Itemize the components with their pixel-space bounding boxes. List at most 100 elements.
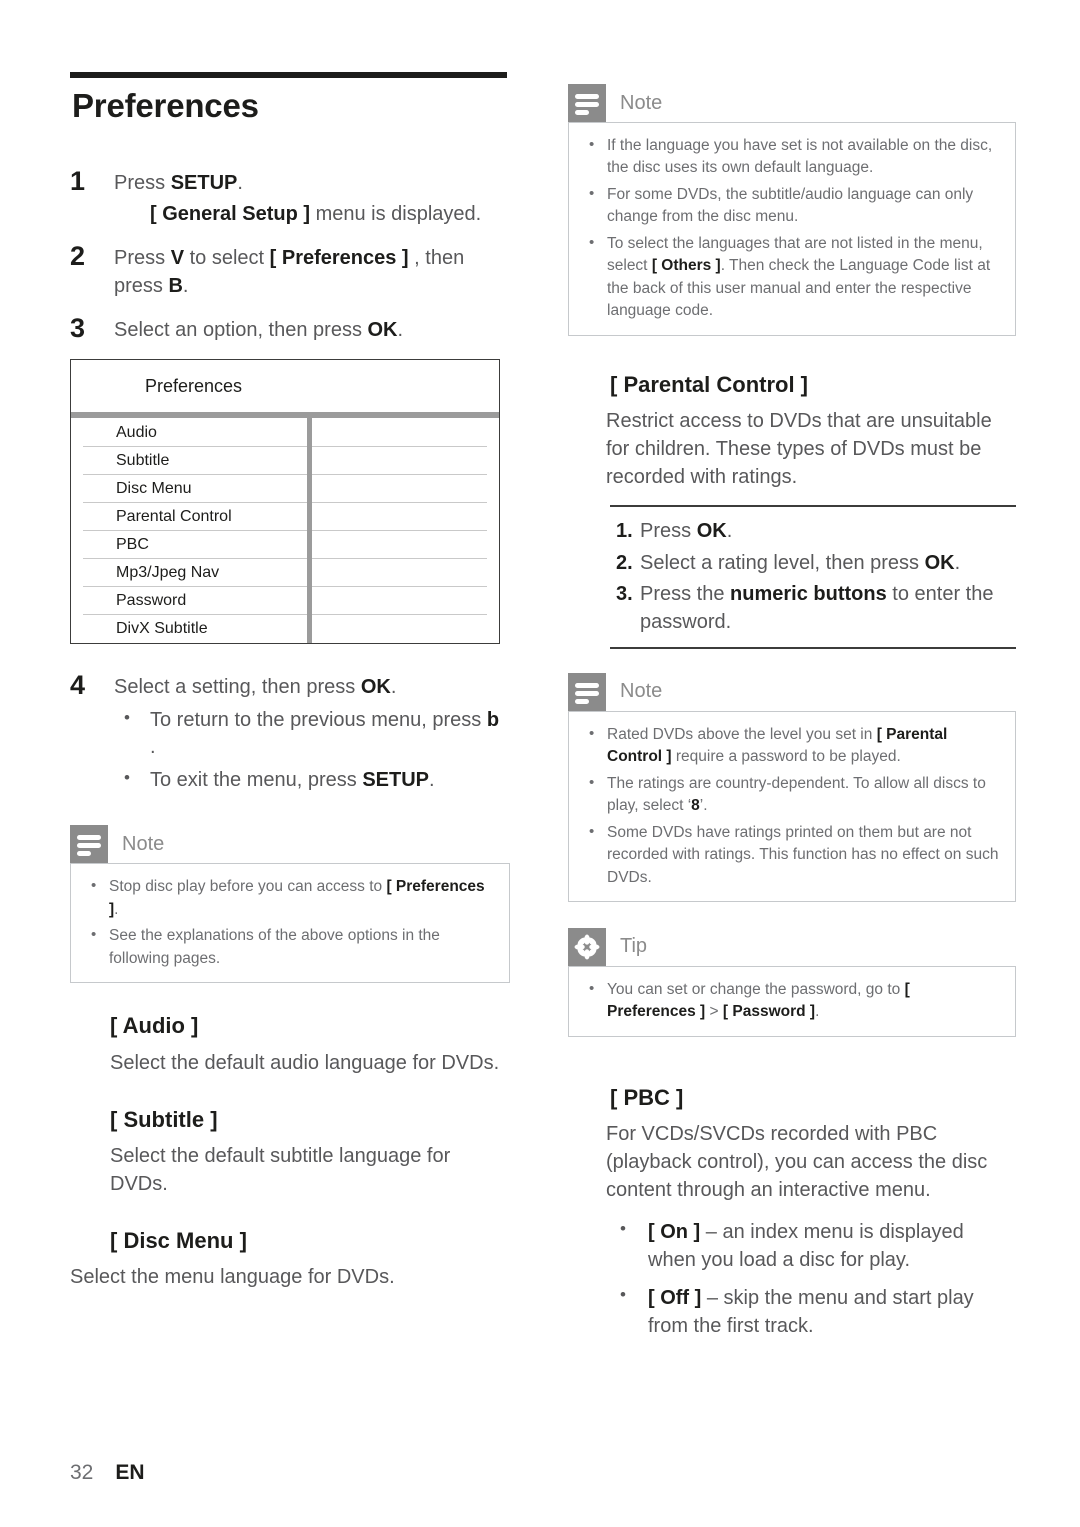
pbc-bullets: [ On ] – an index menu is displayed when…	[606, 1217, 1016, 1340]
option-disc-menu-text: Select the menu language for DVDs.	[70, 1266, 395, 1289]
manual-page: Preferences 1 Press SETUP. [ General Set…	[0, 0, 1080, 1527]
step-4-bullet-2: To exit the menu, press SETUP.	[114, 766, 510, 795]
note-callout-right-top-body: If the language you have set is not avai…	[568, 122, 1016, 336]
option-pbc: [ PBC ] For VCDs/SVCDs recorded with PBC…	[568, 1085, 1016, 1340]
note-callout-right-top-header: Note	[568, 84, 1016, 122]
option-disc-menu: [ Disc Menu ] Select the menu language f…	[70, 1228, 510, 1291]
note-callout-left-header: Note	[70, 825, 510, 864]
tip-callout-label: Tip	[620, 935, 648, 958]
tip-callout: Tip You can set or change the password, …	[568, 927, 1016, 1037]
option-subtitle: [ Subtitle ] Select the default subtitle…	[70, 1107, 510, 1198]
tip-callout-header: Tip	[568, 927, 1016, 966]
note-item: The ratings are country-dependent. To al…	[581, 772, 1001, 818]
option-parental-control-title: [ Parental Control ]	[610, 371, 809, 397]
menu-row[interactable]: Mp3/Jpeg Nav	[83, 559, 307, 587]
note-callout-right-top-label: Note	[620, 91, 663, 114]
note-icon	[568, 672, 606, 711]
menu-value-cell[interactable]	[312, 475, 487, 503]
note-callout-right-top: Note If the language you have set is not…	[568, 84, 1016, 336]
note-callout-right-bottom: Note Rated DVDs above the level you set …	[568, 672, 1016, 902]
step-3-number: 3	[70, 312, 86, 343]
step-3: 3 Select an option, then press OK.	[70, 313, 510, 345]
step-1: 1 Press SETUP. [ General Setup ] menu is…	[70, 166, 510, 228]
preferences-menu-body: Audio Subtitle Disc Menu Parental Contro…	[71, 417, 499, 643]
step-2: 2 Press V to select [ Preferences ] , th…	[70, 241, 510, 300]
menu-value-cell[interactable]	[312, 419, 487, 447]
tip-icon	[568, 927, 606, 966]
step-4: 4 Select a setting, then press OK. To re…	[70, 670, 510, 800]
note-item: Some DVDs have ratings printed on them b…	[581, 821, 1001, 889]
option-pbc-text: For VCDs/SVCDs recorded with PBC (playba…	[606, 1123, 988, 1202]
procedure-step-number: 2.	[616, 551, 633, 574]
procedure-step-text: Press the numeric buttons to enter the p…	[640, 582, 994, 634]
step-1-number: 1	[70, 165, 86, 196]
note-item: To select the languages that are not lis…	[581, 232, 1001, 323]
note-item: If the language you have set is not avai…	[581, 134, 1001, 180]
option-subtitle-title: [ Subtitle ]	[110, 1106, 218, 1132]
menu-value-cell[interactable]	[312, 531, 487, 559]
procedure-step: 3. Press the numeric buttons to enter th…	[610, 580, 1016, 637]
step-4-bullets: To return to the previous menu, press b …	[114, 705, 510, 795]
footer-language-code: EN	[115, 1461, 145, 1484]
option-parental-control: [ Parental Control ] Restrict access to …	[568, 372, 1016, 649]
note-icon	[70, 825, 108, 864]
procedure-step-text: Select a rating level, then press OK.	[640, 551, 961, 574]
step-4-bullet-1: To return to the previous menu, press b …	[114, 705, 510, 762]
option-subtitle-text: Select the default subtitle language for…	[110, 1144, 451, 1195]
menu-row[interactable]: Disc Menu	[83, 475, 307, 503]
note-item: For some DVDs, the subtitle/audio langua…	[581, 183, 1001, 229]
step-2-number: 2	[70, 240, 86, 271]
note-item: See the explanations of the above option…	[83, 924, 495, 970]
footer-page-number: 32	[70, 1461, 94, 1484]
title-rule	[70, 72, 507, 78]
procedure-step-number: 1.	[616, 520, 633, 543]
step-1-subline: [ General Setup ] menu is displayed.	[150, 202, 482, 225]
option-disc-menu-title: [ Disc Menu ]	[110, 1227, 247, 1253]
procedure-step-text: Press OK.	[640, 520, 733, 543]
preferences-menu-items: Audio Subtitle Disc Menu Parental Contro…	[71, 418, 307, 643]
menu-row[interactable]: Parental Control	[83, 503, 307, 531]
parental-control-procedure: 1. Press OK. 2. Select a rating level, t…	[610, 505, 1016, 649]
procedure-step: 1. Press OK.	[610, 517, 1016, 545]
pbc-bullet-on: [ On ] – an index menu is displayed when…	[606, 1217, 1016, 1274]
menu-row[interactable]: DivX Subtitle	[83, 615, 307, 643]
menu-value-cell[interactable]	[312, 615, 487, 643]
menu-row[interactable]: Audio	[83, 419, 307, 447]
preferences-menu-screenshot: Preferences Audio Subtitle Disc Menu Par…	[70, 358, 500, 644]
menu-value-cell[interactable]	[312, 503, 487, 531]
step-2-body: Press V to select [ Preferences ] , then…	[114, 246, 465, 297]
note-callout-left-body: Stop disc play before you can access to …	[70, 863, 510, 984]
menu-value-cell[interactable]	[312, 587, 487, 615]
note-callout-right-bottom-body: Rated DVDs above the level you set in [ …	[568, 710, 1016, 902]
menu-row[interactable]: Password	[83, 587, 307, 615]
step-4-number: 4	[70, 669, 86, 700]
menu-value-cell[interactable]	[312, 559, 487, 587]
note-callout-right-bottom-header: Note	[568, 672, 1016, 711]
menu-row[interactable]: Subtitle	[83, 447, 307, 475]
preferences-menu-header: Preferences	[145, 375, 243, 396]
step-1-text: Press SETUP.	[114, 171, 243, 194]
menu-value-cell[interactable]	[312, 447, 487, 475]
preferences-menu-values	[312, 418, 499, 643]
note-item: Stop disc play before you can access to …	[83, 875, 495, 921]
tip-item: You can set or change the password, go t…	[581, 978, 1001, 1024]
procedure-step: 2. Select a rating level, then press OK.	[610, 549, 1016, 577]
menu-row[interactable]: PBC	[83, 531, 307, 559]
option-pbc-title: [ PBC ]	[610, 1084, 684, 1110]
page-footer: 32 EN	[70, 1461, 145, 1485]
option-audio: [ Audio ] Select the default audio langu…	[70, 1013, 510, 1076]
right-column: Note If the language you have set is not…	[568, 84, 1016, 1350]
pbc-bullet-off: [ Off ] – skip the menu and start play f…	[606, 1283, 1016, 1340]
option-audio-title: [ Audio ]	[110, 1013, 199, 1039]
tip-callout-body: You can set or change the password, go t…	[568, 965, 1016, 1037]
note-icon	[568, 84, 606, 122]
page-title: Preferences	[72, 87, 259, 124]
step-4-body: Select a setting, then press OK. To retu…	[114, 670, 510, 800]
note-callout-left: Note Stop disc play before you can acces…	[70, 825, 510, 984]
procedure-step-number: 3.	[616, 582, 633, 605]
left-column: Preferences 1 Press SETUP. [ General Set…	[70, 72, 510, 1291]
option-audio-text: Select the default audio language for DV…	[110, 1051, 500, 1074]
note-item: Rated DVDs above the level you set in [ …	[581, 723, 1001, 769]
step-3-body: Select an option, then press OK.	[114, 318, 404, 341]
note-callout-left-label: Note	[122, 832, 165, 855]
